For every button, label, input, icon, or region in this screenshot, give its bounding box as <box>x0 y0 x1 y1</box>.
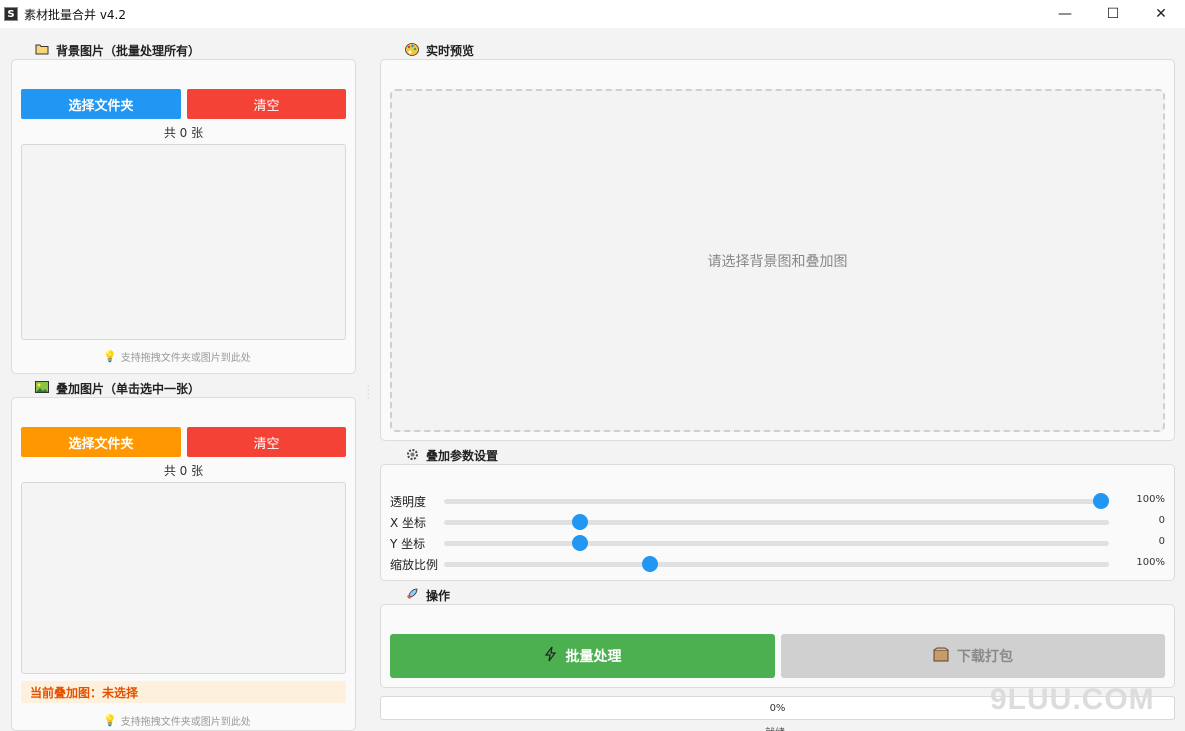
overlay-select-folder-button[interactable]: 选择文件夹 <box>21 427 181 457</box>
slider-value: 0 <box>1158 515 1165 526</box>
slider-value: 100% <box>1136 494 1165 505</box>
minimize-button[interactable]: — <box>1041 0 1089 28</box>
batch-process-label: 批量处理 <box>565 649 622 665</box>
folder-icon <box>34 43 50 58</box>
background-section-title: 背景图片（批量处理所有） <box>34 42 200 59</box>
window-controls: — ☐ ✕ <box>1041 0 1185 28</box>
overlay-section-title: 叠加图片（单击选中一张） <box>34 380 200 397</box>
background-clear-button[interactable]: 清空 <box>187 89 346 119</box>
slider-label: Y 坐标 <box>390 537 426 551</box>
slider-value: 0 <box>1158 536 1165 547</box>
overlay-image-list[interactable] <box>21 482 346 674</box>
preview-canvas: 请选择背景图和叠加图 <box>390 89 1165 432</box>
slider-thumb[interactable] <box>1093 493 1109 509</box>
preview-placeholder: 请选择背景图和叠加图 <box>707 253 848 270</box>
slider-track[interactable] <box>444 556 1109 572</box>
actions-title-text: 操作 <box>426 589 451 603</box>
actions-section-title: 操作 <box>404 587 450 604</box>
current-overlay-status: 当前叠加图：未选择 <box>21 681 346 703</box>
preview-section-title: 实时预览 <box>404 42 474 59</box>
slider-track[interactable] <box>444 514 1109 530</box>
slider-label: X 坐标 <box>390 516 427 530</box>
maximize-button[interactable]: ☐ <box>1089 0 1137 28</box>
close-button[interactable]: ✕ <box>1137 0 1185 28</box>
picture-icon <box>34 381 50 396</box>
lightning-icon <box>544 646 558 666</box>
batch-process-button[interactable]: 批量处理 <box>390 634 775 678</box>
palette-icon <box>404 42 420 59</box>
overlay-title-text: 叠加图片（单击选中一张） <box>56 382 201 396</box>
slider-thumb[interactable] <box>571 514 588 530</box>
slider-label: 缩放比例 <box>390 558 439 572</box>
overlay-count: 共 0 张 <box>163 464 204 478</box>
preview-title-text: 实时预览 <box>426 44 475 58</box>
background-hint-text: 支持拖拽文件夹或图片到此处 <box>120 353 251 364</box>
slider-thumb[interactable] <box>571 535 588 551</box>
splitter-handle[interactable]: · · · · <box>367 383 370 403</box>
package-icon <box>933 647 949 666</box>
app-icon: S <box>4 7 18 21</box>
slider-value: 100% <box>1136 557 1165 568</box>
settings-section-title: 叠加参数设置 <box>404 447 498 464</box>
background-title-text: 背景图片（批量处理所有） <box>56 44 201 58</box>
gear-icon <box>404 448 420 464</box>
slider-label: 透明度 <box>390 495 427 509</box>
status-text: 就绪 <box>765 724 785 731</box>
window-title: 素材批量合并 v4.2 <box>24 7 127 22</box>
background-image-list[interactable] <box>21 144 346 340</box>
settings-title-text: 叠加参数设置 <box>426 449 499 463</box>
background-drop-hint: 💡 支持拖拽文件夹或图片到此处 <box>103 349 251 364</box>
overlay-clear-button[interactable]: 清空 <box>187 427 346 457</box>
slider-track[interactable] <box>444 493 1109 509</box>
lightbulb-icon: 💡 <box>103 714 117 727</box>
title-bar: S 素材批量合并 v4.2 — ☐ ✕ <box>0 0 1185 28</box>
overlay-drop-hint: 💡 支持拖拽文件夹或图片到此处 <box>103 713 251 728</box>
progress-text: 0% <box>769 702 786 714</box>
slider-track[interactable] <box>444 535 1109 551</box>
rocket-icon <box>404 587 420 604</box>
background-select-folder-button[interactable]: 选择文件夹 <box>21 89 181 119</box>
overlay-hint-text: 支持拖拽文件夹或图片到此处 <box>120 717 251 728</box>
download-package-button[interactable]: 下载打包 <box>781 634 1165 678</box>
background-count: 共 0 张 <box>163 126 204 140</box>
lightbulb-icon: 💡 <box>103 350 117 363</box>
download-package-label: 下载打包 <box>957 649 1013 665</box>
watermark: 9LUU.COM <box>990 683 1155 716</box>
